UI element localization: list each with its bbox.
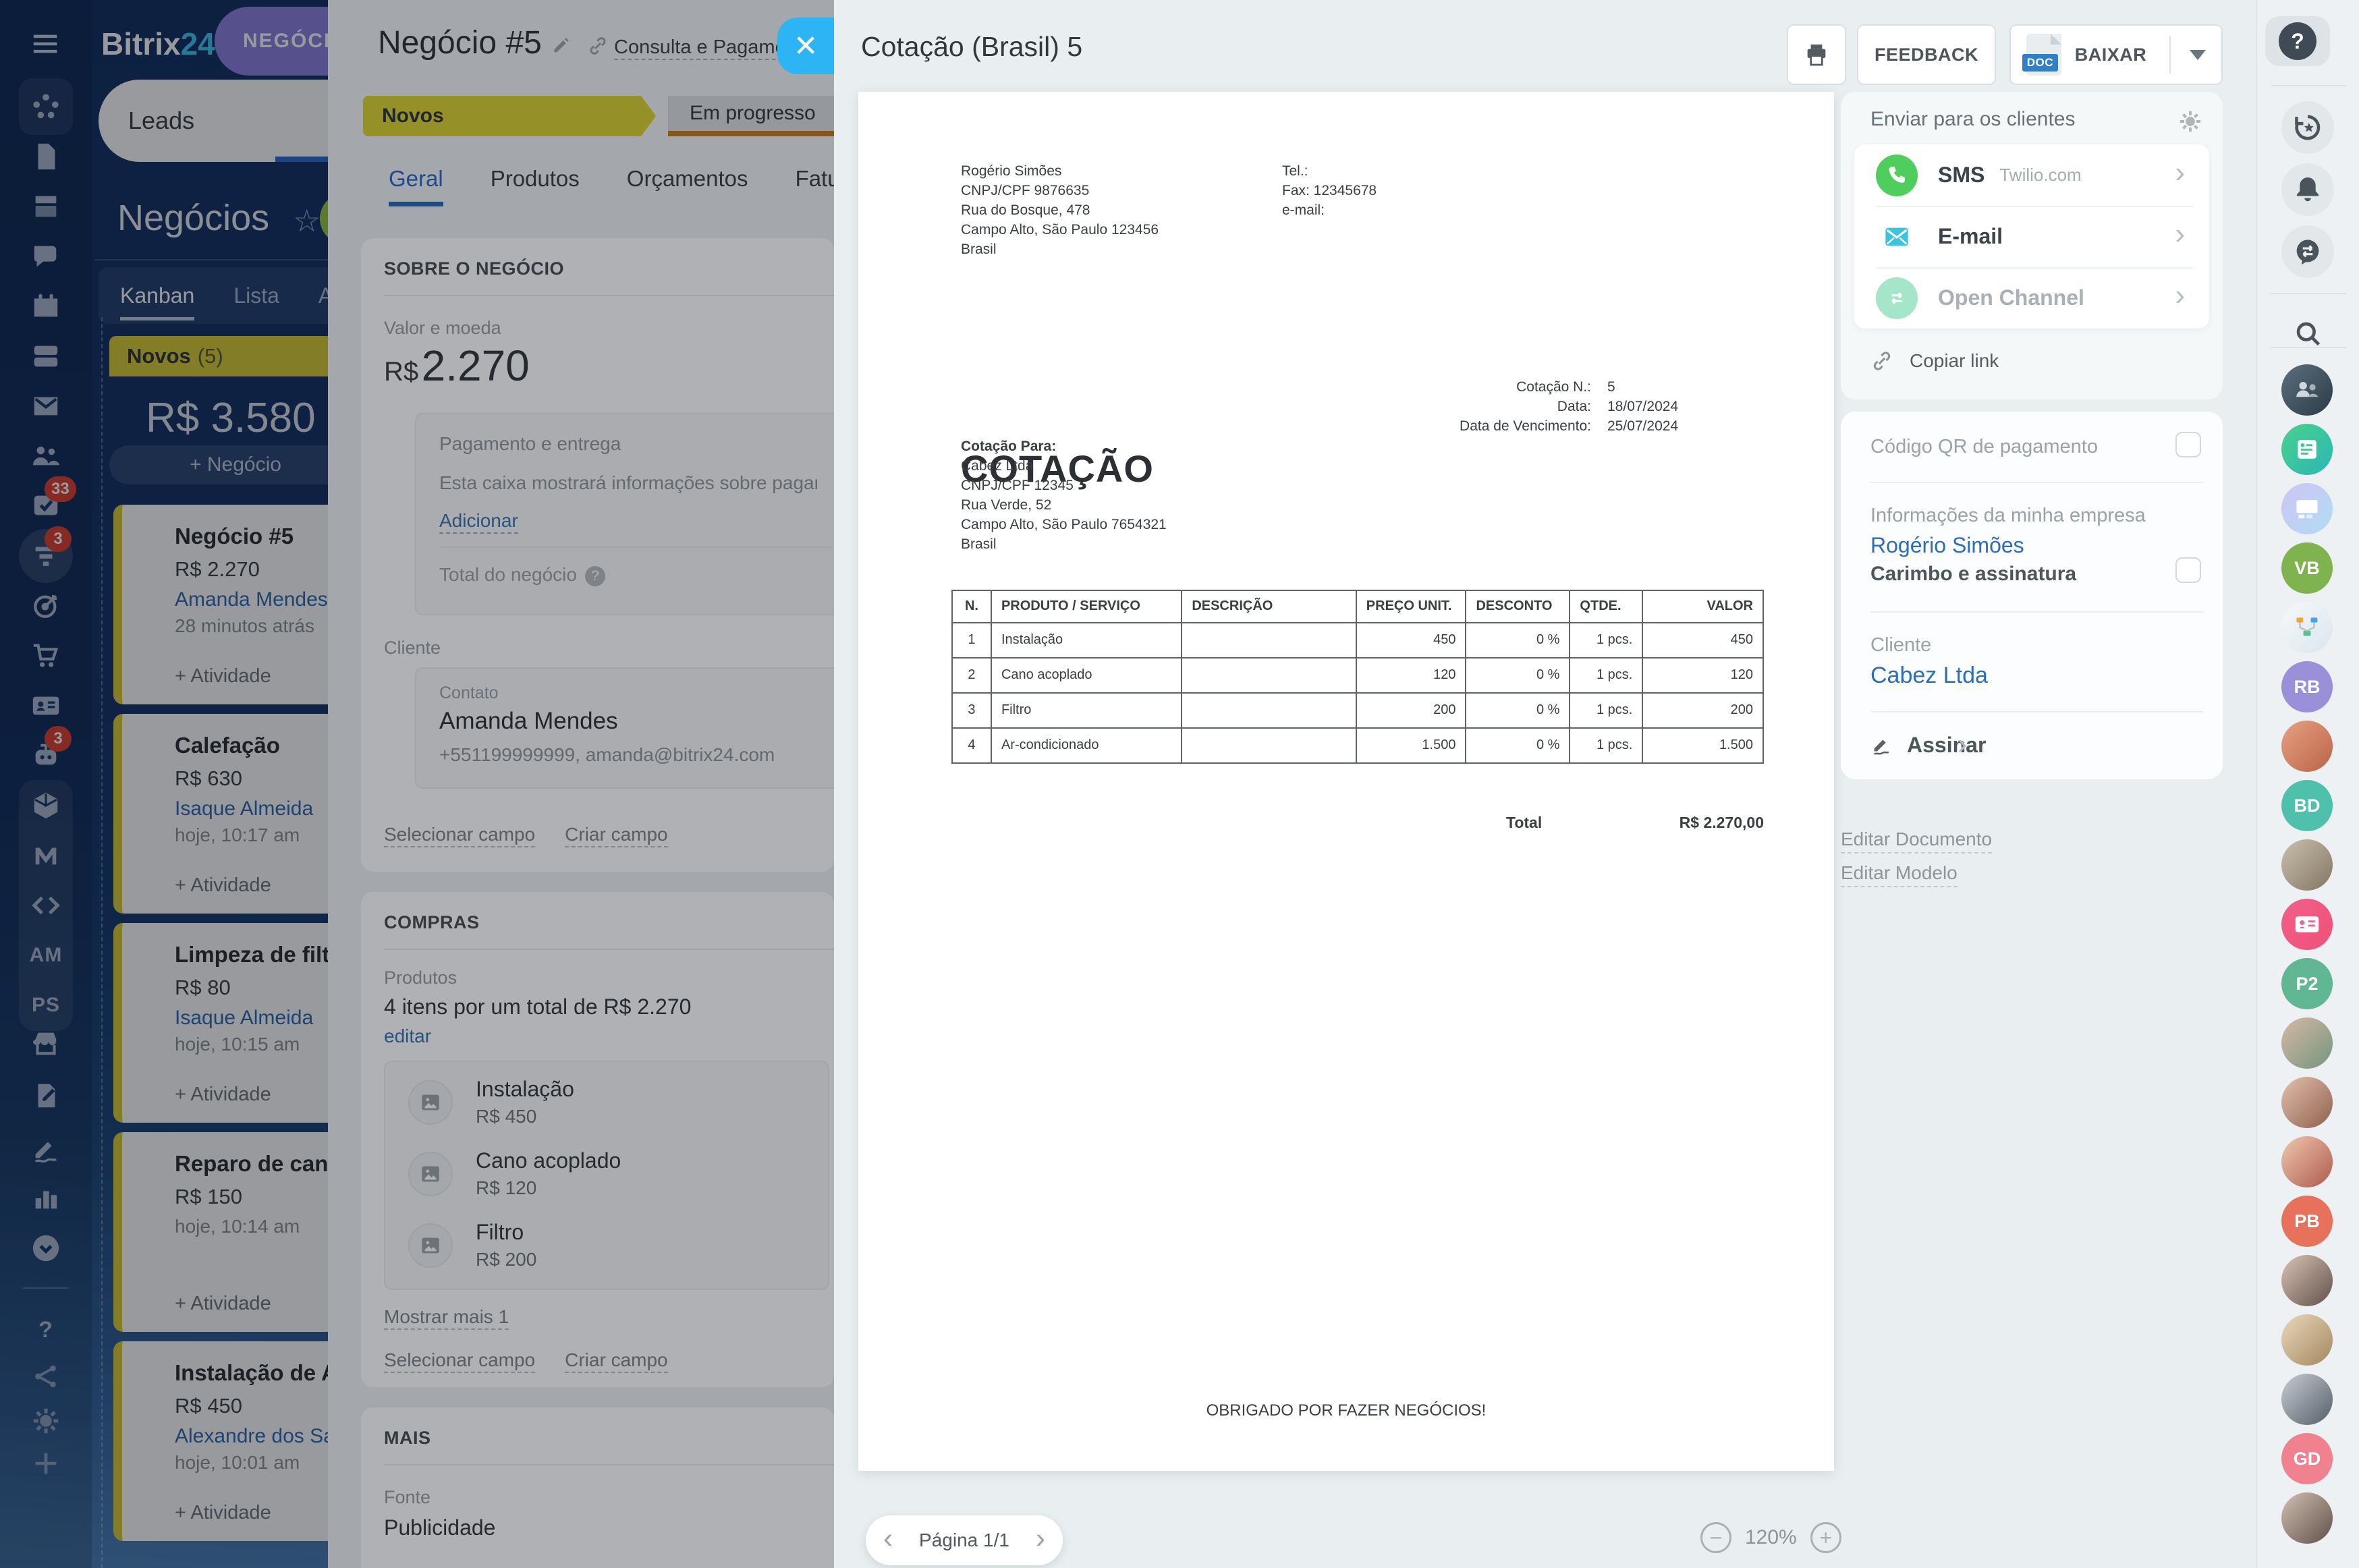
document-viewer-panel: ✕ Cotação (Brasil) 5 FEEDBACK DOC BAIXAR… <box>834 0 2256 1568</box>
doc-file-icon: DOC <box>2026 34 2061 76</box>
gear-icon[interactable] <box>2178 109 2202 137</box>
news-avatar[interactable] <box>2281 424 2333 475</box>
user-photo[interactable] <box>2281 839 2333 891</box>
backdrop <box>0 0 834 1568</box>
qr-label: Código QR de pagamento <box>1870 436 2098 458</box>
close-icon[interactable]: ✕ <box>777 18 834 74</box>
company-name-link[interactable]: Rogério Simões <box>1870 533 2024 558</box>
chevron-right-icon: › <box>2175 281 2185 310</box>
next-page-icon[interactable]: › <box>1036 1524 1045 1552</box>
user-photo[interactable] <box>2281 1314 2333 1366</box>
company-block: Rogério SimõesCNPJ/CPF 9876635Rua do Bos… <box>961 162 1159 260</box>
zoom-in-icon[interactable]: + <box>1810 1522 1841 1553</box>
document-title: Cotação (Brasil) 5 <box>861 31 1082 63</box>
user-photo[interactable] <box>2281 1017 2333 1069</box>
openchannel-icon <box>1876 277 1918 319</box>
prev-page-icon[interactable]: ‹ <box>883 1524 893 1552</box>
contact-block: Tel.:Fax: 12345678e-mail: <box>1282 162 1377 221</box>
search-icon[interactable] <box>2281 307 2334 360</box>
copy-link-row[interactable]: Copiar link <box>1870 349 1999 372</box>
user-photo[interactable] <box>2281 721 2333 772</box>
client-label: Cliente <box>1870 634 1931 656</box>
qr-checkbox[interactable] <box>2175 432 2201 457</box>
channel-open-channel[interactable]: Open Channel› <box>1854 267 2209 329</box>
chevron-right-icon: › <box>2175 158 2185 188</box>
sms-icon <box>1876 155 1918 196</box>
edit-document-link[interactable]: Editar Documento <box>1841 829 1992 850</box>
notifications-icon[interactable] <box>2281 163 2334 216</box>
page-indicator: Página 1/1 <box>919 1530 1009 1551</box>
avatar-p2[interactable]: P2 <box>2281 958 2333 1009</box>
videocall-thumb[interactable] <box>2281 364 2333 416</box>
quote-document-page: Rogério SimõesCNPJ/CPF 9876635Rua do Bos… <box>858 92 1834 1471</box>
print-button[interactable] <box>1787 24 1846 85</box>
document-options-card: Código QR de pagamento Informações da mi… <box>1841 412 2223 779</box>
quote-total-row: Total R$ 2.270,00 <box>1506 812 1764 834</box>
bitrix24-app: 3333AMPS? Bitrix24 Leads NEGÓCIO Negócio… <box>0 0 2359 1568</box>
zoom-level: 120% <box>1745 1526 1797 1549</box>
stamp-checkbox[interactable] <box>2175 557 2201 583</box>
send-to-clients-card: Enviar para os clientes SMSTwilio.com›E-… <box>1841 92 2223 399</box>
updates-icon[interactable] <box>2281 101 2334 154</box>
edit-template-link[interactable]: Editar Modelo <box>1841 862 1958 884</box>
avatar-bd[interactable]: BD <box>2281 780 2333 831</box>
zoom-out-icon[interactable]: − <box>1700 1522 1731 1553</box>
chevron-down-icon[interactable] <box>2190 50 2206 60</box>
pager: ‹ Página 1/1 › <box>866 1515 1063 1565</box>
quote-meta: Cotação N.:5Data:18/07/2024Data de Venci… <box>1344 378 1709 437</box>
channel-sms[interactable]: SMSTwilio.com› <box>1854 144 2209 206</box>
avatar-vb[interactable]: VB <box>2281 542 2333 594</box>
right-rail: ? VB RB BD P2 PB GD <box>2256 0 2359 1568</box>
screenshot-thumb[interactable] <box>2281 483 2333 534</box>
diagram-thumb[interactable] <box>2281 602 2333 653</box>
send-header: Enviar para os clientes <box>1870 108 2076 131</box>
bill-to-block: Cotação Para:Cabez LtdaCNPJ/CPF 12345Rua… <box>961 437 1271 555</box>
zoom-controls: − 120% + <box>1700 1522 1841 1553</box>
chevron-right-icon: › <box>2175 219 2185 249</box>
user-photo[interactable] <box>2281 1374 2333 1425</box>
channels-card: SMSTwilio.com›E-mail›Open Channel› <box>1854 144 2209 329</box>
company-info-label: Informações da minha empresa <box>1870 505 2146 527</box>
download-button[interactable]: DOC BAIXAR <box>2009 24 2223 85</box>
user-photo[interactable] <box>2281 1136 2333 1187</box>
user-photo[interactable] <box>2281 1077 2333 1128</box>
help-button[interactable]: ? <box>2265 16 2330 66</box>
channel-e-mail[interactable]: E-mail› <box>1854 206 2209 267</box>
user-photo[interactable] <box>2281 1492 2333 1544</box>
avatar-rb[interactable]: RB <box>2281 661 2333 712</box>
messenger-icon[interactable] <box>2281 225 2334 278</box>
chevron-right-icon: › <box>1958 727 1968 761</box>
email-icon <box>1876 216 1918 258</box>
feedback-button[interactable]: FEEDBACK <box>1857 24 1996 85</box>
user-photo[interactable] <box>2281 1255 2333 1306</box>
avatar-gd[interactable]: GD <box>2281 1433 2333 1484</box>
sign-row[interactable]: Assinar › <box>1870 733 1986 758</box>
avatar-pb[interactable]: PB <box>2281 1196 2333 1247</box>
client-name-link[interactable]: Cabez Ltda <box>1870 663 1988 689</box>
document-footer: OBRIGADO POR FAZER NEGÓCIOS! <box>858 1399 1834 1422</box>
quote-table: N.PRODUTO / SERVIÇODESCRIÇÃOPREÇO UNIT.D… <box>951 590 1764 764</box>
stamp-label: Carimbo e assinatura <box>1870 563 2076 586</box>
contact-card-avatar[interactable] <box>2281 899 2333 950</box>
